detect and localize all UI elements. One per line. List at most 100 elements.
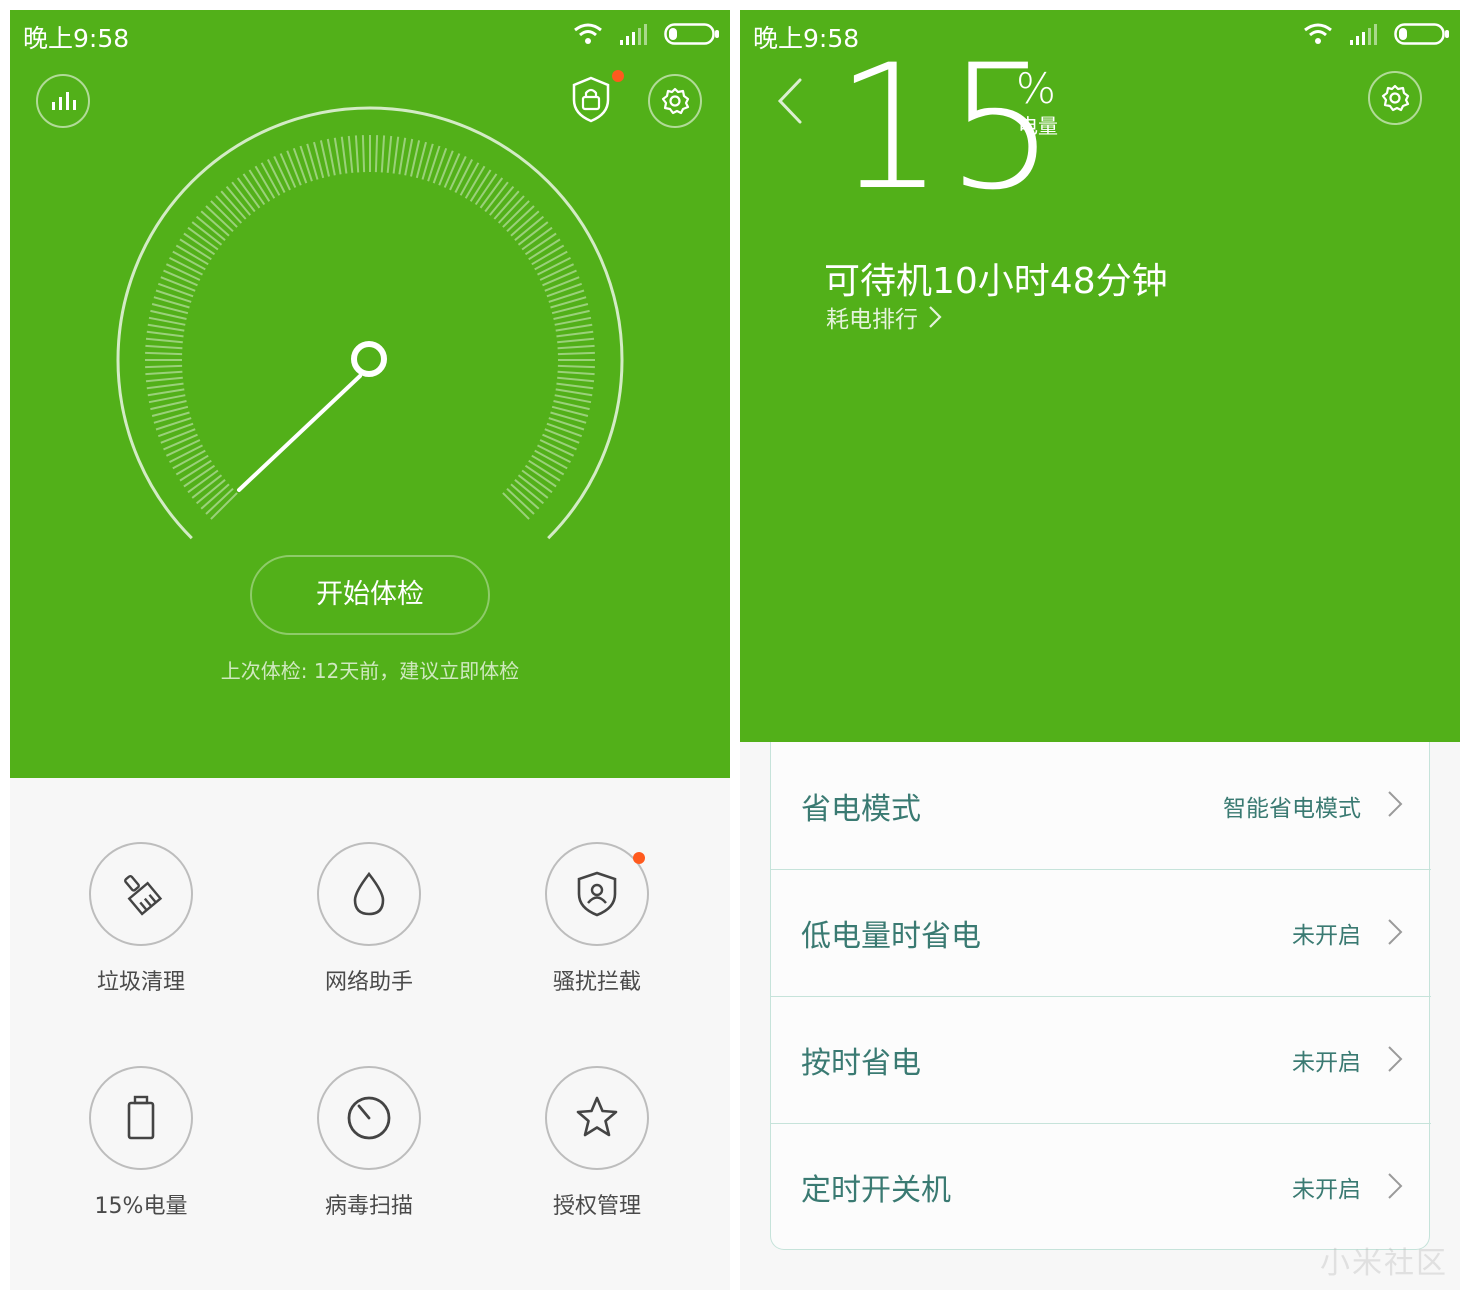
gauge-tick xyxy=(326,138,336,176)
gauge-tick xyxy=(554,316,592,326)
gauge-tick xyxy=(165,439,201,457)
gauge-tick xyxy=(292,147,308,184)
gauge-tick xyxy=(380,135,386,173)
gauge-tick xyxy=(546,422,583,438)
gauge-tick xyxy=(398,137,407,175)
broom-icon xyxy=(124,874,163,916)
chevron-right-icon xyxy=(929,306,942,328)
row-scheduled-power[interactable]: 定时开关机 未开启 xyxy=(771,1123,1431,1250)
gauge-tick xyxy=(443,153,461,188)
tool-junk-clean[interactable]: 垃圾清理 xyxy=(31,842,251,996)
gauge-tick xyxy=(386,135,393,173)
gauge-tick xyxy=(361,135,366,173)
watermark: 小米社区 xyxy=(1320,1246,1448,1281)
gauge-tick xyxy=(157,282,194,298)
chevron-right-icon xyxy=(1388,791,1403,817)
gauge-tick xyxy=(148,394,186,404)
gauge-tick xyxy=(438,150,454,186)
gauge-tick xyxy=(555,323,593,332)
row-value: 未开启 xyxy=(1292,1050,1361,1076)
gauge-tick xyxy=(146,330,184,338)
tool-label: 病毒扫描 xyxy=(324,1194,413,1219)
gauge-tick xyxy=(157,422,194,438)
gauge-tick xyxy=(147,323,185,332)
gauge-tick xyxy=(145,344,183,350)
security-center-screen: 晚上9:58 开始体检 上次体检: 12天前，建议立即体检 垃圾清理 网络助手 … xyxy=(10,10,730,1290)
gauge-tick xyxy=(333,137,342,175)
gauge-tick xyxy=(554,394,592,404)
row-low-battery-saving[interactable]: 低电量时省电 未开启 xyxy=(771,869,1431,996)
tool-label: 15%电量 xyxy=(94,1194,188,1219)
header-panel: 晚上9:58 开始体检 上次体检: 12天前，建议立即体检 xyxy=(10,10,730,778)
row-scheduled-saving[interactable]: 按时省电 未开启 xyxy=(771,996,1431,1123)
battery-icon xyxy=(127,1095,155,1140)
gauge-outer-arc xyxy=(116,106,624,540)
gauge-tick xyxy=(160,428,196,444)
gauge-tick xyxy=(279,153,297,188)
row-value: 未开启 xyxy=(1292,923,1361,949)
battery-screen: 晚上9:58 15 % 电量 可待机10小时48分钟 耗电排行 省电模式 智能省… xyxy=(740,10,1460,1290)
gauge-tick xyxy=(392,136,400,174)
tool-label: 骚扰拦截 xyxy=(552,970,641,995)
gauge-tick xyxy=(557,351,595,356)
gauge-tick xyxy=(539,439,575,457)
gauge-tick xyxy=(544,276,580,292)
row-title: 低电量时省电 xyxy=(801,919,981,954)
power-rank-link[interactable]: 耗电排行 xyxy=(826,300,942,334)
tool-label: 垃圾清理 xyxy=(96,970,185,995)
gauge-tick xyxy=(557,344,595,350)
chevron-right-icon xyxy=(1388,919,1403,945)
tool-permission-manager[interactable]: 授权管理 xyxy=(487,1066,707,1220)
drop-icon xyxy=(353,871,385,916)
gauge-tick xyxy=(163,433,198,451)
chevron-right-icon xyxy=(1388,1046,1403,1072)
gauge-tick xyxy=(148,316,186,326)
tool-battery[interactable]: 15%电量 xyxy=(31,1066,251,1220)
gauge-tick xyxy=(374,135,379,173)
health-gauge xyxy=(116,106,624,540)
gauge-tick xyxy=(145,376,183,383)
chevron-right-icon xyxy=(1388,1173,1403,1199)
gauge-tick xyxy=(546,282,583,298)
gauge-tick xyxy=(557,370,595,376)
tool-harassment-block[interactable]: 骚扰拦截 xyxy=(487,842,707,996)
tool-label: 授权管理 xyxy=(552,1194,641,1219)
gauge-tick xyxy=(555,388,593,397)
start-checkup-button[interactable]: 开始体检 xyxy=(250,555,490,635)
gauge-tick xyxy=(556,330,594,338)
power-rank-label: 耗电排行 xyxy=(826,307,918,333)
battery-header-panel: 晚上9:58 15 % 电量 可待机10小时48分钟 耗电排行 xyxy=(740,10,1460,742)
gauge-tick xyxy=(542,269,577,287)
gear-icon xyxy=(1381,84,1410,112)
gauge-tick xyxy=(160,276,196,292)
gauge-tick xyxy=(432,147,448,184)
power-settings-list: 省电模式 智能省电模式 低电量时省电 未开启 按时省电 未开启 定时开关机 未开… xyxy=(770,742,1431,1250)
row-power-saving-mode[interactable]: 省电模式 智能省电模式 xyxy=(771,742,1431,869)
gauge-tick xyxy=(145,337,183,344)
gauge-tick xyxy=(147,388,185,397)
tool-virus-scan[interactable]: 病毒扫描 xyxy=(259,1066,479,1220)
wifi-icon xyxy=(1304,23,1332,44)
battery-status-icon xyxy=(1394,23,1449,45)
battery-unit-label: 电量 xyxy=(1018,114,1058,138)
gauge-tick xyxy=(404,138,414,176)
signal-icon xyxy=(1350,24,1377,45)
tool-network-assistant[interactable]: 网络助手 xyxy=(259,842,479,996)
gauge-tick xyxy=(165,263,201,281)
row-title: 省电模式 xyxy=(801,791,921,827)
gauge-tick xyxy=(449,155,467,191)
row-value: 智能省电模式 xyxy=(1223,795,1361,822)
back-arrow-icon[interactable] xyxy=(770,76,810,126)
gauge-tick xyxy=(557,364,595,369)
gauge-tick xyxy=(557,376,595,383)
row-value: 未开启 xyxy=(1292,1177,1361,1203)
shield-user-icon xyxy=(577,871,617,917)
gauge-tick xyxy=(557,337,595,344)
gauge-tick xyxy=(556,382,594,390)
gauge-tick xyxy=(145,351,183,356)
star-icon xyxy=(576,1096,618,1137)
gauge-tick xyxy=(145,370,183,376)
settings-button[interactable] xyxy=(1368,71,1422,125)
gauge-tick xyxy=(544,428,580,444)
gauge-ticks xyxy=(145,135,595,520)
